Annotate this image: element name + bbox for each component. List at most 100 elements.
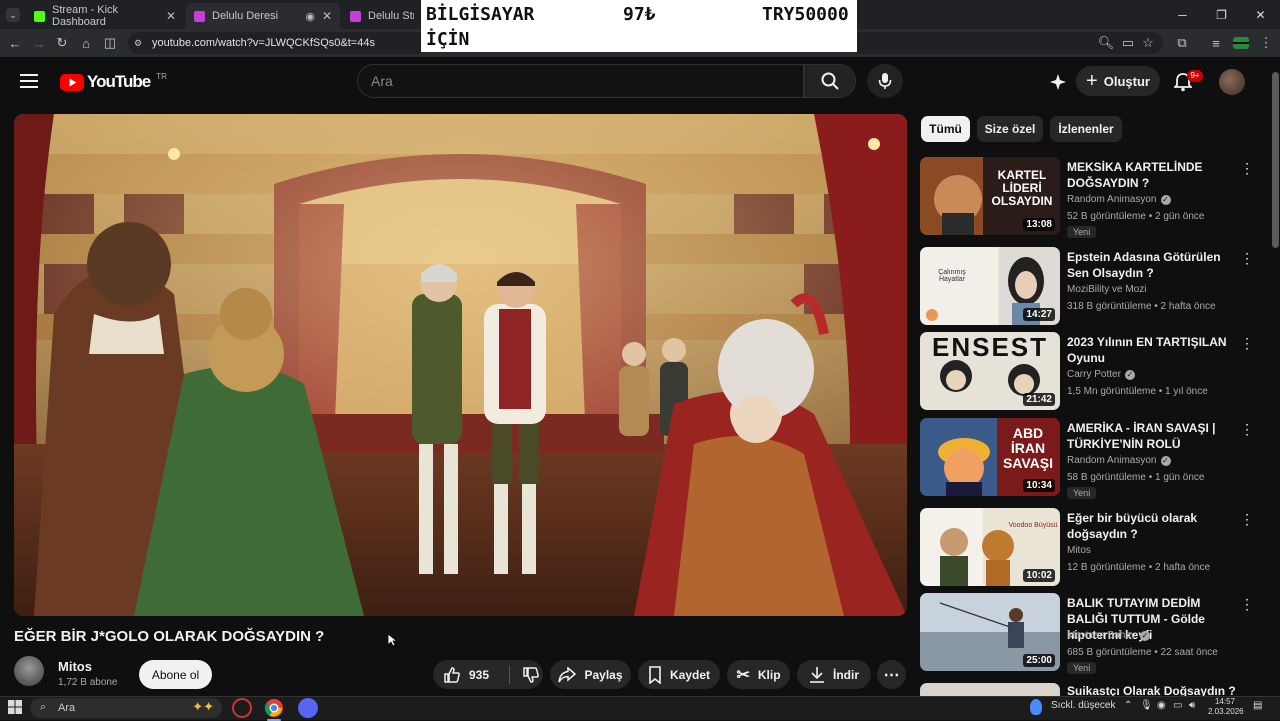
like-dislike-group: 935 [433, 660, 543, 689]
hamburger-menu-icon[interactable] [20, 73, 38, 89]
recommendation-item[interactable]: Çalınmış Hayatlar 14:27 Epstein Adasına … [920, 247, 1254, 327]
more-vertical-icon[interactable]: ⋮ [1240, 596, 1254, 612]
address-field[interactable]: youtube.com/watch?v=JLWQCKfSQs0&t=44s [128, 32, 421, 54]
video-thumbnail[interactable]: 25:00 [920, 593, 1060, 671]
video-thumbnail[interactable]: Çalınmış Hayatlar 14:27 [920, 247, 1060, 325]
channel-name[interactable]: Random Animasyon ✓ [1067, 194, 1171, 205]
channel-name[interactable]: Carry Potter ✓ [1067, 369, 1135, 380]
close-tab-icon[interactable]: ✕ [322, 9, 332, 23]
video-meta: 685 B görüntüleme • 22 saat önce [1067, 647, 1218, 658]
address-field-end[interactable] [857, 32, 1163, 54]
search-button[interactable] [804, 64, 856, 98]
subscribe-button[interactable]: Abone ol [139, 660, 212, 689]
windows-start-icon[interactable] [8, 700, 22, 714]
reload-icon[interactable]: ↻ [54, 35, 70, 51]
youtube-play-logo-icon [60, 73, 84, 91]
channel-name[interactable]: Random Animasyon ✓ [1067, 455, 1171, 466]
clip-label: Klip [757, 667, 781, 682]
recommendation-item[interactable]: Suikastçı Olarak Doğsaydın ? [920, 683, 1250, 696]
video-thumbnail[interactable]: ENSEST 21:42 [920, 332, 1060, 410]
account-avatar[interactable] [1219, 69, 1245, 95]
zoom-icon[interactable]: 🔍︎ [1098, 35, 1115, 51]
video-thumbnail[interactable]: Voodoo Büyüsü 10:02 [920, 508, 1060, 586]
recommendation-item[interactable]: Voodoo Büyüsü 10:02 Eğer bir büyücü olar… [920, 508, 1254, 588]
site-info-icon[interactable]: ⚙ [134, 38, 144, 48]
create-button[interactable]: + Oluştur [1076, 66, 1160, 96]
tab-search-button[interactable]: ⌄ [6, 8, 20, 22]
tab-delulu-stream[interactable]: Delulu Stream [342, 3, 422, 29]
save-button[interactable]: Kaydet [638, 660, 720, 689]
channel-name[interactable]: Mevtcan Bahav ✓ [1067, 630, 1150, 641]
tab-delulu-deresi[interactable]: Delulu Deresi ◉ ✕ [186, 3, 340, 29]
like-button[interactable]: 935 [443, 666, 505, 684]
system-clock[interactable]: 14:57 2.03.2026 [1208, 697, 1244, 717]
video-thumbnail[interactable] [920, 683, 1060, 696]
profile-icon[interactable] [1233, 37, 1249, 49]
split-view-icon[interactable]: ◫ [102, 35, 118, 51]
media-controls-icon[interactable]: ≡ [1208, 35, 1224, 51]
taskbar-app-chrome-icon[interactable] [263, 698, 285, 721]
more-vertical-icon[interactable]: ⋮ [1240, 160, 1254, 176]
video-thumbnail[interactable]: KARTEL LİDERİ OLSAYDIN 13:08 [920, 157, 1060, 235]
video-thumbnail[interactable]: ABD İRAN SAVAŞI 10:34 [920, 418, 1060, 496]
voice-search-button[interactable] [867, 64, 903, 98]
network-icon[interactable]: ▭ [1173, 700, 1182, 711]
sparkle-icon: ✦✦ [192, 699, 214, 714]
restore-icon[interactable]: ❐ [1202, 0, 1241, 29]
chip-all[interactable]: Tümü [921, 116, 970, 142]
tray-app-icon[interactable]: ◉ [1157, 700, 1166, 711]
more-horizontal-icon: ⋯ [883, 666, 900, 684]
recommendation-item[interactable]: KARTEL LİDERİ OLSAYDIN 13:08 MEKSİKA KAR… [920, 157, 1254, 238]
taskbar-app-discord-icon[interactable] [298, 698, 318, 718]
channel-avatar[interactable] [14, 656, 44, 686]
video-duration: 21:42 [1023, 393, 1055, 406]
more-actions-button[interactable]: ⋯ [877, 660, 906, 689]
clip-button[interactable]: ✂ Klip [727, 660, 790, 689]
dislike-button[interactable] [522, 666, 540, 684]
search-placeholder: Ara [371, 73, 393, 89]
taskbar-app-obs-icon[interactable] [232, 698, 252, 718]
extensions-icon[interactable]: ⧉ [1174, 35, 1190, 51]
more-vertical-icon[interactable]: ⋮ [1240, 421, 1254, 437]
premium-sparkle-icon[interactable] [1049, 73, 1067, 91]
recommendation-item[interactable]: ABD İRAN SAVAŞI 10:34 AMERİKA - İRAN SAV… [920, 418, 1254, 499]
recommendation-item[interactable]: ENSEST 21:42 2023 Yılının EN TARTIŞILAN … [920, 332, 1254, 412]
scrollbar-thumb[interactable] [1272, 72, 1279, 248]
thumbnail-text: Çalınmış Hayatlar [938, 269, 966, 283]
close-window-icon[interactable]: ✕ [1241, 0, 1280, 29]
volume-icon[interactable]: 🔊︎ [1189, 700, 1195, 711]
chip-for-you[interactable]: Size özel [977, 116, 1043, 142]
taskbar-search[interactable]: ⌕ Ara ✦✦ [30, 698, 222, 718]
close-tab-icon[interactable]: ✕ [166, 9, 176, 23]
search-input[interactable]: Ara [357, 64, 804, 98]
overlay-price: 97₺ [623, 4, 656, 25]
channel-name[interactable]: Mitos [58, 659, 92, 674]
forward-icon[interactable]: → [31, 35, 47, 51]
overlay-label-2: İÇİN [426, 29, 470, 50]
channel-name[interactable]: Mitos [1067, 545, 1091, 556]
channel-label: Random Animasyon [1067, 194, 1157, 205]
chip-watched[interactable]: İzlenenler [1050, 116, 1122, 142]
tray-chevron-icon[interactable]: ⌃ [1124, 700, 1132, 711]
channel-name[interactable]: MoziBility ve Mozi [1067, 284, 1146, 295]
weather-status[interactable]: Sıckl. düşecek [1051, 700, 1115, 711]
video-player[interactable] [14, 114, 907, 616]
microphone-tray-icon[interactable]: 🎙︎ [1140, 700, 1153, 711]
minimize-icon[interactable]: ─ [1163, 0, 1202, 29]
notification-center-icon[interactable]: ▤ [1253, 700, 1262, 711]
more-vertical-icon[interactable]: ⋮ [1240, 335, 1254, 351]
cast-icon[interactable]: ▭ [1120, 35, 1136, 51]
recommendation-item[interactable]: 25:00 BALIK TUTAYIM DEDİM BALIĞI TUTTUM … [920, 593, 1254, 674]
browser-menu-icon[interactable]: ⋮ [1258, 35, 1274, 51]
tab-kick-dashboard[interactable]: Stream - Kick Dashboard ✕ [26, 3, 184, 29]
share-button[interactable]: Paylaş [550, 660, 631, 689]
more-vertical-icon[interactable]: ⋮ [1240, 250, 1254, 266]
download-button[interactable]: İndir [797, 660, 871, 689]
home-icon[interactable]: ⌂ [78, 35, 94, 51]
more-vertical-icon[interactable]: ⋮ [1240, 511, 1254, 527]
back-icon[interactable]: ← [7, 35, 23, 51]
youtube-logo[interactable]: YouTube TR [60, 72, 167, 92]
video-title: MEKSİKA KARTELİNDE DOĞSAYDIN ? [1067, 160, 1203, 190]
verified-check-icon: ✓ [1124, 369, 1135, 380]
bookmark-star-icon[interactable]: ☆ [1140, 35, 1156, 51]
